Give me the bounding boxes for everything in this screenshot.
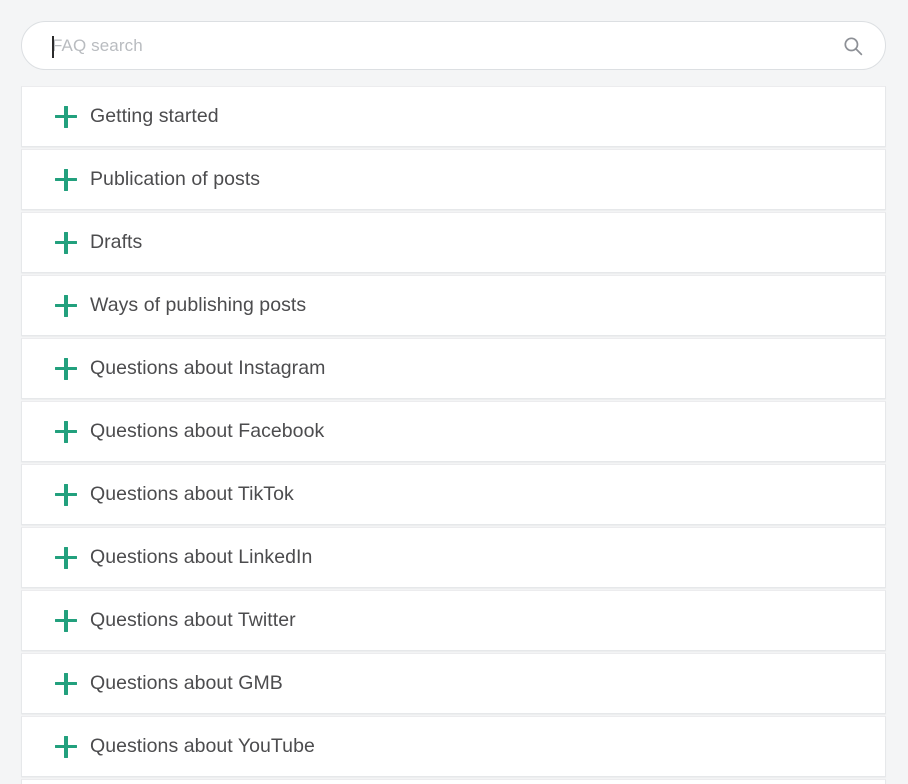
faq-row-label: Questions about Instagram xyxy=(90,359,325,379)
faq-row-ways-of-publishing-posts[interactable]: Ways of publishing posts xyxy=(21,275,886,336)
plus-icon[interactable] xyxy=(55,295,77,317)
faq-search-box[interactable] xyxy=(21,21,886,70)
faq-row-label: Questions about LinkedIn xyxy=(90,548,312,568)
faq-row-publication-of-posts[interactable]: Publication of posts xyxy=(21,149,886,210)
faq-row-questions-about-youtube[interactable]: Questions about YouTube xyxy=(21,716,886,777)
faq-row-label: Questions about GMB xyxy=(90,674,283,694)
faq-row-label: Questions about Twitter xyxy=(90,611,296,631)
plus-icon[interactable] xyxy=(55,232,77,254)
plus-icon[interactable] xyxy=(55,106,77,128)
faq-row-label: Publication of posts xyxy=(90,170,260,190)
plus-icon[interactable] xyxy=(55,421,77,443)
faq-row-label: Questions about TikTok xyxy=(90,485,294,505)
faq-row-drafts[interactable]: Drafts xyxy=(21,212,886,273)
plus-icon[interactable] xyxy=(55,358,77,380)
faq-row-questions-about-tiktok[interactable]: Questions about TikTok xyxy=(21,464,886,525)
text-caret xyxy=(52,36,54,58)
faq-row-questions-about-gmb[interactable]: Questions about GMB xyxy=(21,653,886,714)
plus-icon[interactable] xyxy=(55,673,77,695)
faq-accordion-list: Getting started Publication of posts Dra… xyxy=(21,86,886,784)
faq-row-questions-about-facebook[interactable]: Questions about Facebook xyxy=(21,401,886,462)
faq-row-getting-started[interactable]: Getting started xyxy=(21,86,886,147)
faq-row-questions-about-linkedin[interactable]: Questions about LinkedIn xyxy=(21,527,886,588)
faq-page: Getting started Publication of posts Dra… xyxy=(0,0,908,784)
faq-row-questions-about-twitter[interactable]: Questions about Twitter xyxy=(21,590,886,651)
search-input[interactable] xyxy=(52,22,839,69)
faq-row-label: Questions about Facebook xyxy=(90,422,324,442)
faq-row-partial-cutoff[interactable] xyxy=(21,779,886,784)
search-icon[interactable] xyxy=(843,36,863,56)
plus-icon[interactable] xyxy=(55,736,77,758)
faq-search-container xyxy=(21,21,886,70)
faq-row-label: Drafts xyxy=(90,233,142,253)
faq-row-label: Ways of publishing posts xyxy=(90,296,306,316)
faq-row-questions-about-instagram[interactable]: Questions about Instagram xyxy=(21,338,886,399)
faq-row-label: Questions about YouTube xyxy=(90,737,315,757)
plus-icon[interactable] xyxy=(55,547,77,569)
plus-icon[interactable] xyxy=(55,484,77,506)
faq-row-label: Getting started xyxy=(90,107,219,127)
plus-icon[interactable] xyxy=(55,169,77,191)
plus-icon[interactable] xyxy=(55,610,77,632)
